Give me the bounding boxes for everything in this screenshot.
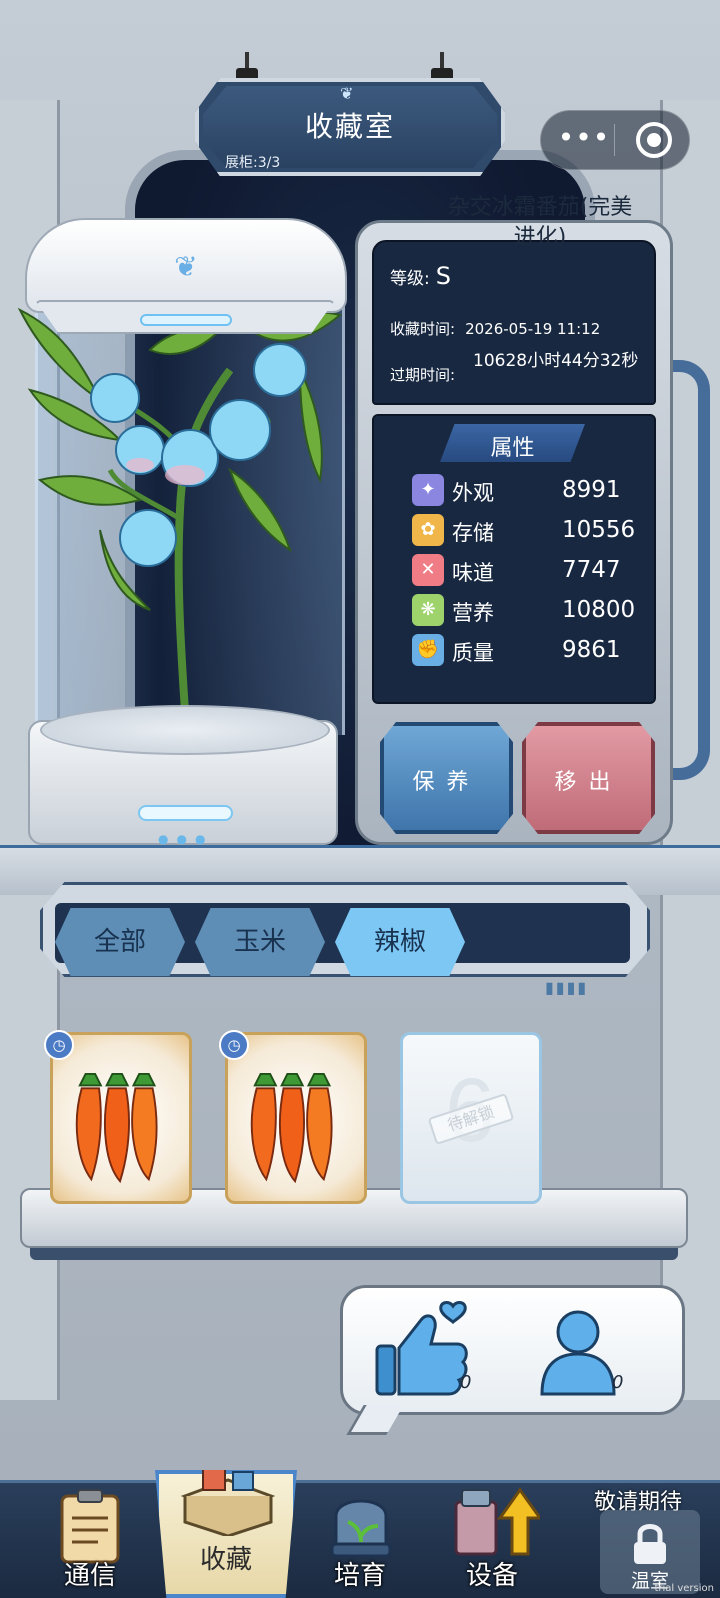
maintain-button-label: 保养 xyxy=(412,770,481,795)
attribute-label: 存储 xyxy=(452,521,494,545)
nav-item-cultivate[interactable]: 培育 xyxy=(300,1482,420,1598)
jar-lid-light xyxy=(140,314,232,326)
leaf-logo-icon: ❦ xyxy=(174,250,198,283)
filter-bar-dots: ▮▮▮▮ xyxy=(545,978,589,997)
more-dots-icon[interactable]: ••• xyxy=(552,118,616,162)
expire-value: 10628小时44分32秒 xyxy=(473,351,639,371)
pipe-decoration xyxy=(670,360,710,780)
filter-tab-all[interactable]: 全部 xyxy=(55,908,185,976)
like-count: 0 xyxy=(460,1372,472,1393)
attribute-label: 质量 xyxy=(452,641,494,665)
visit-count: 0 xyxy=(612,1372,624,1393)
fork-spoon-icon: ✕ xyxy=(412,554,444,586)
chili-icon xyxy=(75,1072,158,1184)
grade-row: 等级: S xyxy=(390,262,451,290)
filter-tab-chili[interactable]: 辣椒 xyxy=(335,908,465,976)
expire-label: 过期时间: xyxy=(390,366,456,384)
grade-label: 等级: xyxy=(390,269,430,289)
attribute-value: 9861 xyxy=(562,637,621,663)
attribute-row-quality: ✊ 质量 9861 xyxy=(412,634,652,670)
chili-icon xyxy=(250,1072,333,1184)
nav-item-messages[interactable]: 通信 xyxy=(30,1482,150,1598)
attribute-label: 营养 xyxy=(452,601,494,625)
clock-icon: ◷ xyxy=(219,1030,249,1060)
grade-value: S xyxy=(435,262,451,290)
upgrade-equipment-icon xyxy=(454,1487,540,1556)
maintain-button[interactable]: 保养 xyxy=(380,722,513,834)
nav-label-collection: 收藏 xyxy=(199,1545,252,1575)
social-bubble xyxy=(340,1285,685,1415)
attribute-row-appearance: ✦ 外观 8991 xyxy=(412,474,652,510)
nav-label-cultivate: 培育 xyxy=(333,1561,386,1591)
collect-time-label: 收藏时间: xyxy=(390,320,456,338)
jar-base-plate xyxy=(40,705,330,755)
attribute-value: 10800 xyxy=(562,597,636,623)
collection-card-chili-2[interactable] xyxy=(225,1032,367,1204)
remove-button[interactable]: 移出 xyxy=(522,722,655,834)
wheat-icon: ✿ xyxy=(412,514,444,546)
attribute-label: 外观 xyxy=(452,481,494,505)
shelf-edge xyxy=(30,1248,678,1260)
leaf-icon: ❦ xyxy=(340,84,354,103)
page-title: 收藏室 xyxy=(304,110,395,143)
dome-plant-icon xyxy=(330,1499,392,1558)
target-circle-icon[interactable] xyxy=(636,122,672,158)
attributes-title: 属性 xyxy=(490,436,535,461)
attribute-row-storage: ✿ 存储 10556 xyxy=(412,514,652,550)
attribute-row-nutrition: ❋ 营养 10800 xyxy=(412,594,652,630)
nav-label-messages: 通信 xyxy=(63,1561,116,1591)
collect-time-row: 收藏时间: 2026-05-19 11:12 xyxy=(390,318,600,339)
collection-card-chili-1[interactable] xyxy=(50,1032,192,1204)
nutrition-icon: ❋ xyxy=(412,594,444,626)
muscle-icon: ✊ xyxy=(412,634,444,666)
attribute-value: 7747 xyxy=(562,557,621,583)
clipboard-icon xyxy=(60,1489,120,1564)
attribute-label: 味道 xyxy=(452,561,494,585)
nav-item-collection[interactable]: 收藏 xyxy=(155,1470,297,1598)
clock-icon: ◷ xyxy=(44,1030,74,1060)
attribute-value: 10556 xyxy=(562,517,636,543)
filter-tab-corn[interactable]: 玉米 xyxy=(195,908,325,976)
remove-button-label: 移出 xyxy=(554,770,623,795)
cabinet-count: 展柜:3/3 xyxy=(225,155,281,171)
jar-base-light xyxy=(138,805,233,821)
sparkle-icon: ✦ xyxy=(412,474,444,506)
watermark: trial version xyxy=(654,1583,714,1594)
lock-icon xyxy=(634,1524,666,1564)
box-icon xyxy=(180,1470,276,1536)
nav-label-equipment: 设备 xyxy=(465,1561,518,1591)
jar-base-dots: ●●● xyxy=(158,832,214,846)
collect-time-value: 2026-05-19 11:12 xyxy=(465,320,601,338)
nav-item-equipment[interactable]: 设备 xyxy=(432,1482,552,1598)
plant-name: 杂交冰霜番茄(完美进化) xyxy=(447,195,633,250)
attribute-value: 8991 xyxy=(562,477,621,503)
attribute-row-taste: ✕ 味道 7747 xyxy=(412,554,652,590)
capsule-divider xyxy=(614,124,615,156)
